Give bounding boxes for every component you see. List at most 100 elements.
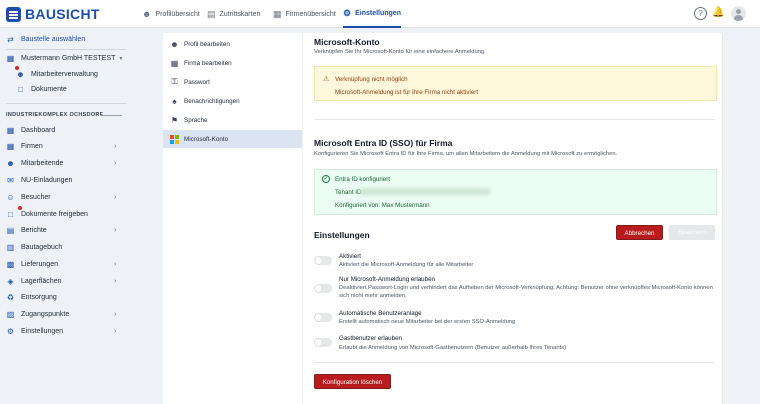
microsoft-subtitle: Verknüpfen Sie Ihr Microsoft-Konto für e… xyxy=(314,49,486,55)
delete-config-button[interactable]: Konfiguration löschen xyxy=(314,374,391,389)
cancel-button[interactable]: Abbrechen xyxy=(616,225,663,240)
divider xyxy=(6,103,126,104)
nav-tab-companies[interactable]: ▦ Firmenübersicht xyxy=(273,0,336,28)
option-title: Gastbenutzer erlauben xyxy=(339,335,402,342)
sidebar-item-besucher[interactable]: ☺ Besucher xyxy=(6,193,50,202)
company-selector[interactable]: ▦ Mustermann GmbH TESTEST ▾ xyxy=(6,54,123,63)
mail-icon: ✉ xyxy=(7,176,14,185)
visitor-icon: ☺ xyxy=(6,193,15,202)
sidebar-item-lagerflaechen[interactable]: ◈ Lagerflächen xyxy=(6,277,61,286)
sidebar-item-dashboard[interactable]: ▦ Dashboard xyxy=(6,126,56,135)
toggle-aktiviert[interactable] xyxy=(314,256,332,265)
microsoft-title: Microsoft-Konto xyxy=(314,37,380,47)
swap-icon: ⇄ xyxy=(7,35,14,44)
document-check-icon: □ xyxy=(8,210,13,219)
gear-icon: ⚙ xyxy=(343,7,352,18)
sidebar-item-lieferungen[interactable]: ▩ Lieferungen xyxy=(6,260,58,269)
nav-tab-settings[interactable]: ⚙ Einstellungen xyxy=(343,0,401,28)
key-icon: ⚿ xyxy=(171,77,178,86)
avatar[interactable] xyxy=(731,6,746,21)
document-icon: □ xyxy=(18,85,23,94)
nav-tab-access-cards[interactable]: ▤ Zutrittskarten xyxy=(207,0,260,28)
chevron-right-icon: › xyxy=(114,194,117,201)
person-icon: ☻ xyxy=(170,39,179,49)
menu-item-sprache[interactable]: ⚑ Sprache xyxy=(163,111,302,129)
access-point-icon: ▨ xyxy=(6,310,15,319)
top-bar: BAUSICHT ☻ Profilübersicht ▤ Zutrittskar… xyxy=(0,0,760,28)
sidebar-item-label: Firmen xyxy=(21,143,43,150)
sso-title: Microsoft Entra ID (SSO) für Firma xyxy=(314,138,453,148)
bell-icon[interactable]: 🔔 xyxy=(712,7,724,18)
app-logo[interactable]: BAUSICHT xyxy=(6,7,100,22)
save-button[interactable]: Speichern xyxy=(669,225,715,240)
settings-menu: ☻ Profil bearbeiten ▦ Firma bearbeiten ⚿… xyxy=(163,33,302,404)
configured-by: Konfiguriert von: Max Mustermann xyxy=(335,202,430,209)
company-name: Mustermann GmbH TESTEST xyxy=(21,55,116,62)
warning-title: Verknüpfung nicht möglich xyxy=(335,76,408,83)
toggle-gastbenutzer[interactable] xyxy=(314,338,332,347)
nav-tab-profile[interactable]: ☻ Profilübersicht xyxy=(142,0,200,28)
building-icon: ▦ xyxy=(273,8,282,19)
dashboard-icon: ▦ xyxy=(6,126,15,135)
sidebar-item-mitarbeitende[interactable]: ☻ Mitarbeitende xyxy=(6,159,63,168)
building-icon: ▦ xyxy=(170,58,179,68)
menu-item-benachrichtigungen[interactable]: ♠ Benachrichtigungen xyxy=(163,92,302,110)
sso-subtitle: Konfigurieren Sie Microsoft Entra ID für… xyxy=(314,151,618,157)
sidebar-item-entsorgung[interactable]: ♻ Entsorgung xyxy=(6,293,57,302)
help-icon[interactable]: ? xyxy=(694,7,707,20)
warning-box: ⚠ Verknüpfung nicht möglich Microsoft-An… xyxy=(314,66,717,101)
settings-title: Einstellungen xyxy=(314,230,370,240)
sidebar-item-einstellungen[interactable]: ⚙ Einstellungen xyxy=(6,327,63,336)
option-title: Nur Microsoft-Anmeldung erlauben xyxy=(339,276,435,283)
sidebar-item-label: Bautagebuch xyxy=(21,244,63,251)
sidebar-item-label: Zugangspunkte xyxy=(21,311,70,318)
menu-item-label: Firma bearbeiten xyxy=(184,59,232,67)
sidebar-item-label: Einstellungen xyxy=(21,328,64,335)
sidebar-item-dokumente-freigeben[interactable]: □ Dokumente freigeben xyxy=(6,210,88,219)
toggle-nur-microsoft[interactable] xyxy=(314,284,332,293)
sidebar-item-zugangspunkte[interactable]: ▨ Zugangspunkte xyxy=(6,310,70,319)
sidebar-item-firmen[interactable]: ▦ Firmen xyxy=(6,142,43,151)
option-title: Aktiviert xyxy=(339,253,362,260)
layers-icon: ◈ xyxy=(7,277,14,286)
option-title: Automatische Benutzeranlage xyxy=(339,310,422,317)
option-description: Aktiviert die Microsoft-Anmeldung für al… xyxy=(339,262,474,268)
chevron-line xyxy=(100,115,122,116)
users-icon: ☻ xyxy=(6,159,15,168)
option-description: Erstellt automatisch neue Mitarbeiter be… xyxy=(339,319,516,325)
sidebar-item-berichte[interactable]: ▤ Berichte xyxy=(6,226,47,235)
chevron-right-icon: › xyxy=(114,328,117,335)
nav-tab-label: Profilübersicht xyxy=(155,10,200,18)
sidebar-item-bautagebuch[interactable]: ▥ Bautagebuch xyxy=(6,243,63,252)
chevron-right-icon: › xyxy=(114,311,117,318)
nav-tab-label: Einstellungen xyxy=(355,9,401,17)
tenant-id-redacted xyxy=(360,188,490,195)
nav-tab-label: Zutrittskarten xyxy=(219,10,261,18)
chevron-right-icon: › xyxy=(114,278,117,285)
users-icon: ☻ xyxy=(16,70,25,79)
sso-status-box: ✓ Entra ID konfiguriert Tenant ID: Konfi… xyxy=(314,169,717,215)
sidebar-item-label: Dokumente xyxy=(31,86,67,93)
menu-item-passwort[interactable]: ⚿ Passwort xyxy=(163,73,302,91)
menu-item-label: Sprache xyxy=(184,116,208,124)
sidebar-item-label: Dokumente freigeben xyxy=(21,211,88,218)
toggle-auto-benutzer[interactable] xyxy=(314,313,332,322)
flag-icon: ⚑ xyxy=(170,115,179,125)
bell-icon: ♠ xyxy=(172,96,177,106)
menu-item-profil[interactable]: ☻ Profil bearbeiten xyxy=(163,35,302,53)
select-site-link[interactable]: ⇄ Baustelle auswählen xyxy=(6,35,85,44)
sidebar-item-employee-management[interactable]: ☻ Mitarbeiterverwaltung xyxy=(16,70,98,79)
gear-icon: ⚙ xyxy=(6,327,15,336)
sidebar-item-label: Berichte xyxy=(21,227,47,234)
chevron-down-icon: ▾ xyxy=(119,56,123,62)
sidebar-item-nu-einladungen[interactable]: ✉ NU-Einladungen xyxy=(6,176,72,185)
truck-icon: ▩ xyxy=(6,260,15,269)
divider xyxy=(314,119,715,120)
sidebar-item-label: Lagerflächen xyxy=(21,278,62,285)
sidebar-item-documents[interactable]: □ Dokumente xyxy=(16,85,67,94)
menu-item-label: Passwort xyxy=(184,78,210,86)
menu-item-microsoft[interactable]: Microsoft-Konto xyxy=(163,130,302,148)
menu-item-firma[interactable]: ▦ Firma bearbeiten xyxy=(163,54,302,72)
main-panel: Microsoft-Konto Verknüpfen Sie Ihr Micro… xyxy=(303,33,723,404)
sidebar-item-label: Mitarbeitende xyxy=(21,160,64,167)
